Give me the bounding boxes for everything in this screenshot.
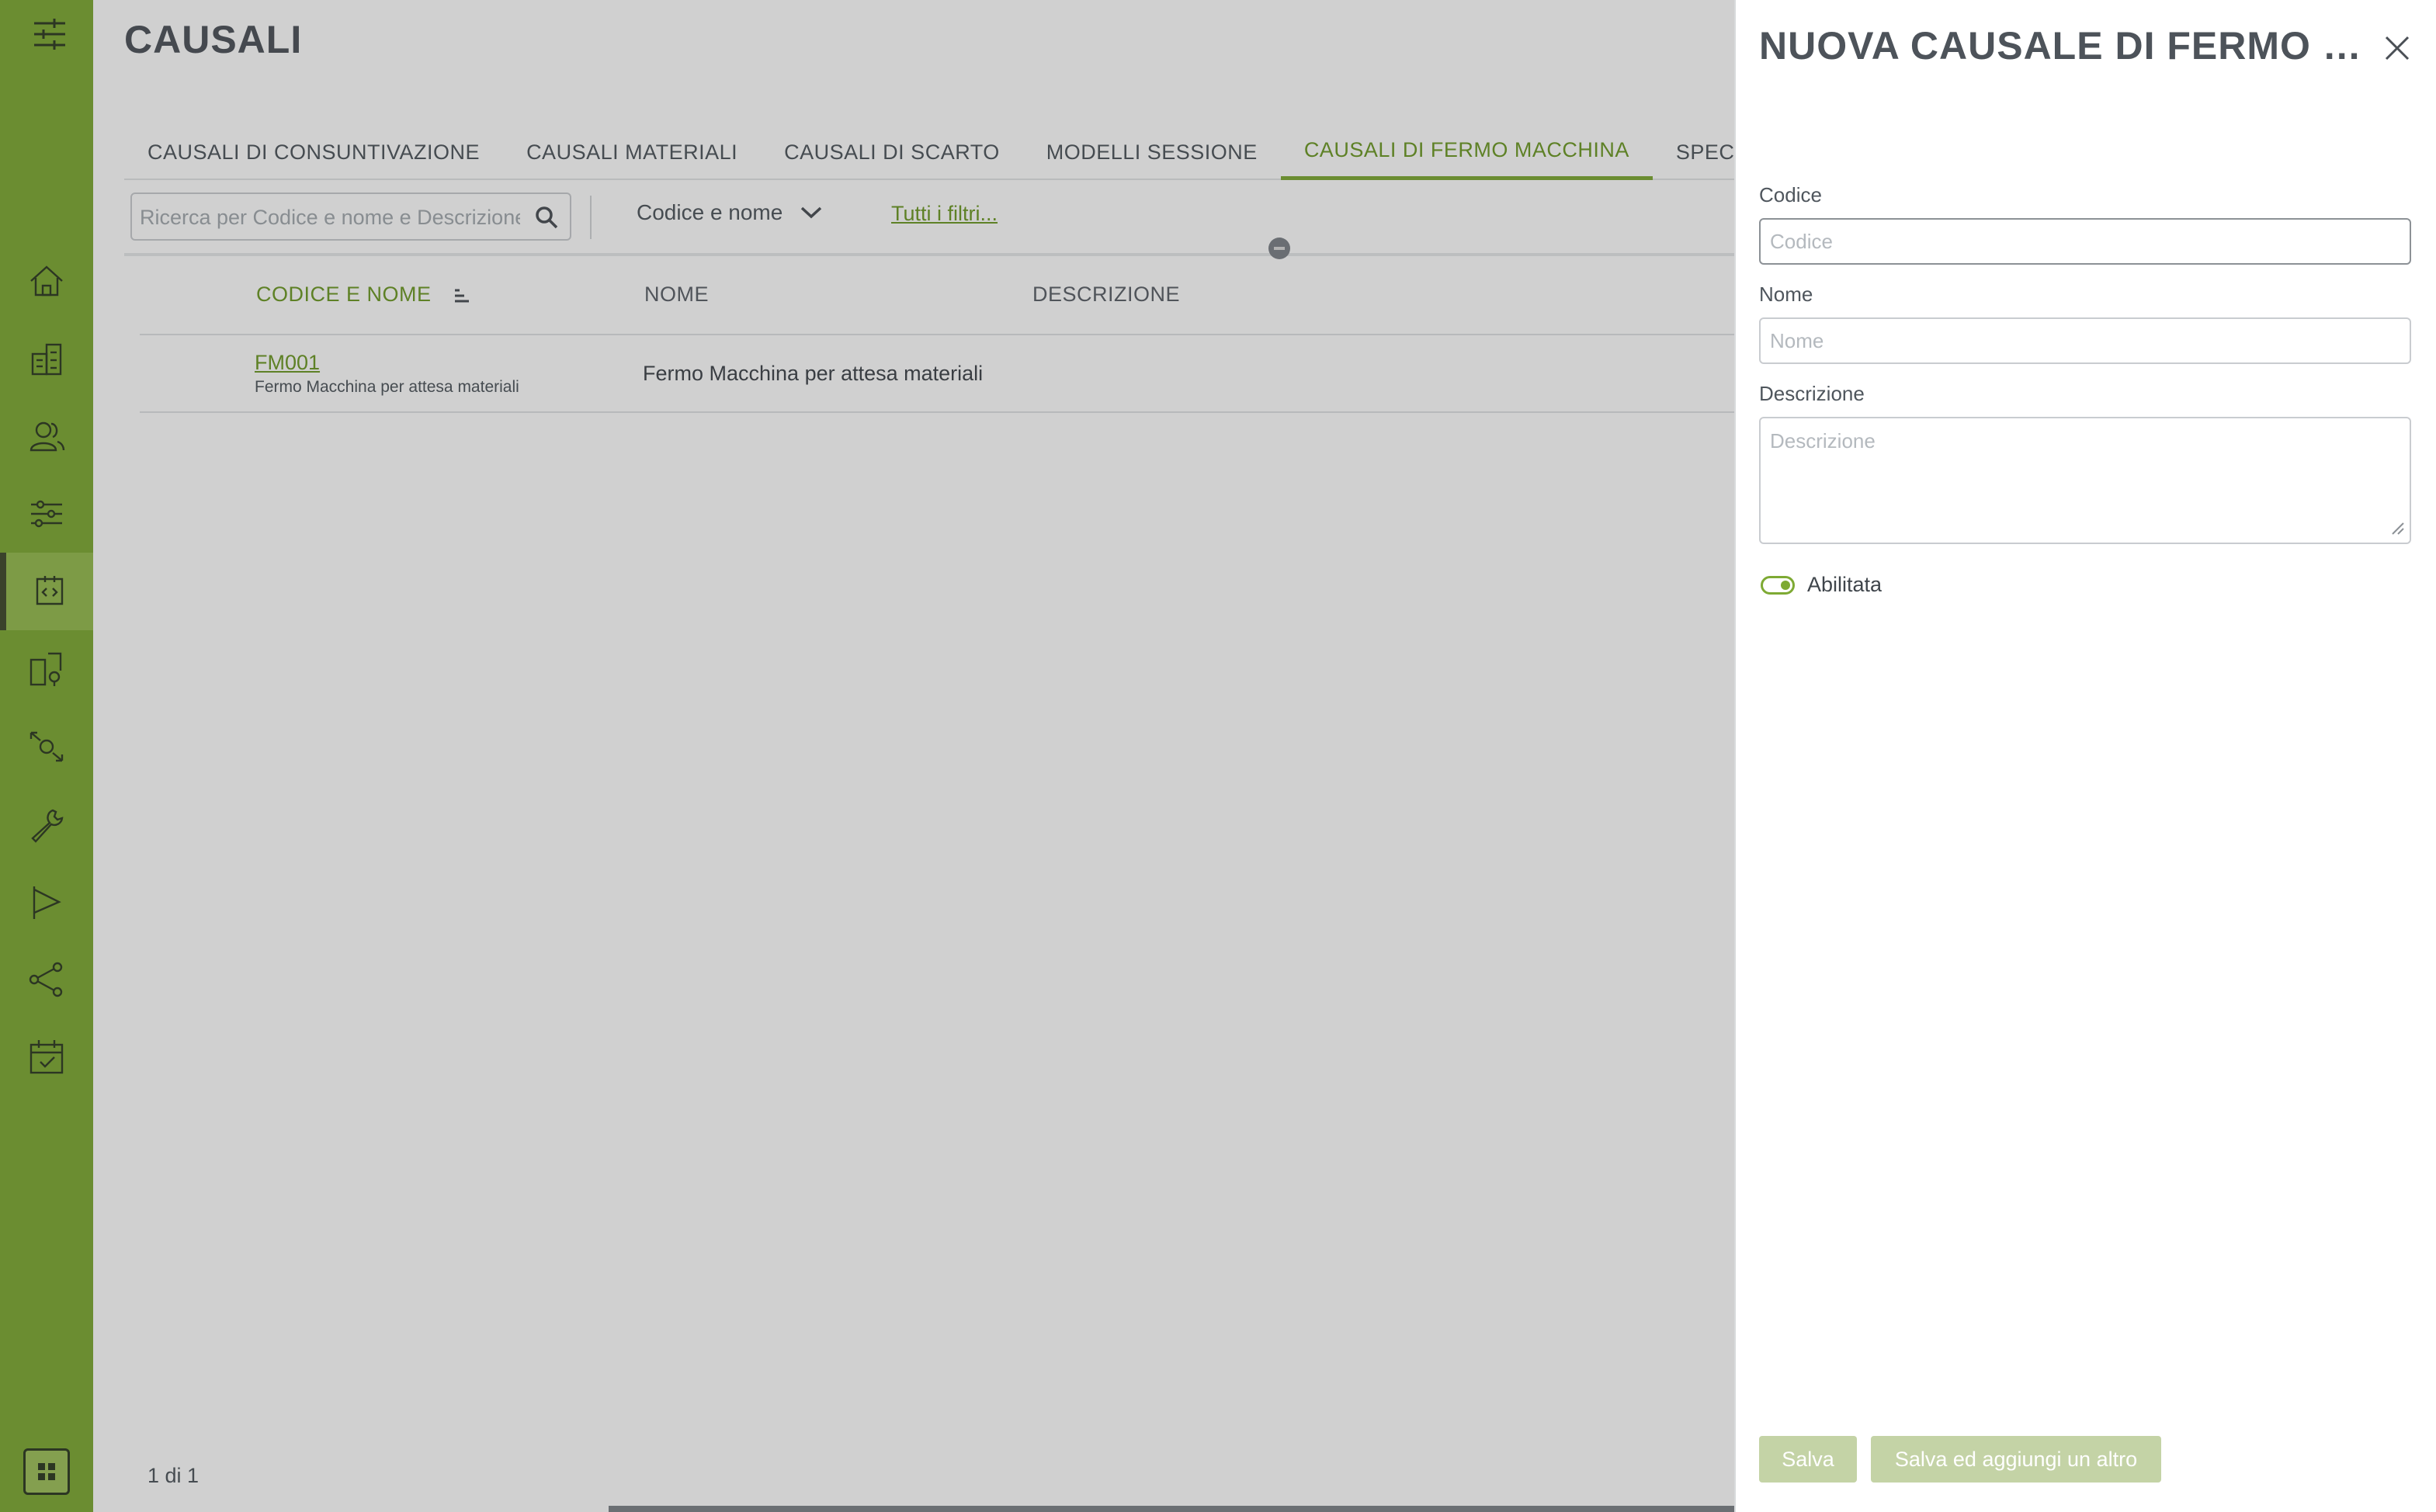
new-cause-panel: NUOVA CAUSALE DI FERMO MA... Codice Nome…	[1734, 0, 2436, 1512]
enabled-toggle-label: Abilitata	[1807, 573, 1883, 596]
description-field-label: Descrizione	[1759, 382, 1865, 405]
toggle-knob	[1781, 581, 1790, 590]
horizontal-scrollbar[interactable]	[609, 1506, 1734, 1512]
enabled-toggle[interactable]	[1761, 576, 1795, 595]
resize-grip-icon[interactable]	[2389, 520, 2405, 536]
app-root: CAUSALI CAUSALI DI CONSUNTIVAZIONE CAUSA…	[0, 0, 2436, 1512]
close-icon[interactable]	[2380, 31, 2414, 65]
code-field[interactable]	[1759, 218, 2411, 265]
name-field[interactable]	[1759, 317, 2411, 364]
description-field[interactable]	[1759, 417, 2411, 544]
save-button[interactable]: Salva	[1759, 1436, 1857, 1483]
save-and-add-button[interactable]: Salva ed aggiungi un altro	[1871, 1436, 2161, 1483]
name-field-label: Nome	[1759, 283, 1813, 306]
modal-backdrop[interactable]	[0, 0, 1734, 1512]
code-field-label: Codice	[1759, 183, 1822, 206]
panel-title: NUOVA CAUSALE DI FERMO MA...	[1759, 24, 2365, 68]
